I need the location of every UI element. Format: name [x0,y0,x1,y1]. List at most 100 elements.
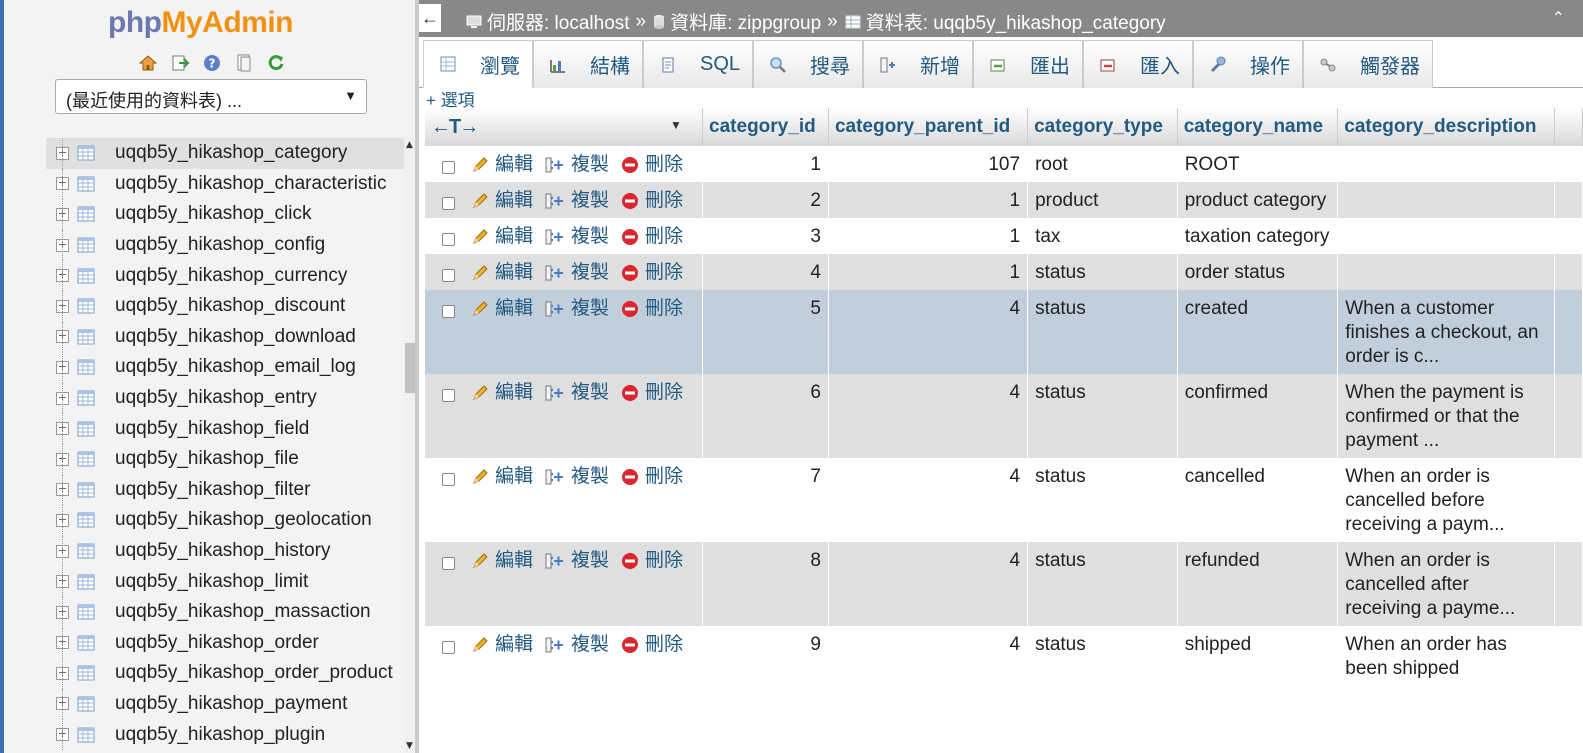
table-row[interactable]: 編輯 複製 刪除 6 4 status confirmed When the payment … [425,374,1583,458]
delete-link[interactable]: 刪除 [621,153,683,177]
cell-category-description[interactable] [1337,146,1556,182]
tree-item-label[interactable]: uqqb5y_hikashop_entry [115,387,317,409]
edit-link[interactable]: 編輯 [471,465,533,489]
tree-item-label[interactable]: uqqb5y_hikashop_currency [115,265,347,287]
tab-export[interactable]: 匯出 [973,40,1084,88]
delete-link[interactable]: 刪除 [621,549,683,573]
table-icon[interactable] [77,145,95,161]
tree-item-label[interactable]: uqqb5y_hikashop_category [115,142,347,164]
edit-link[interactable]: 編輯 [471,549,533,573]
copy-link[interactable]: 複製 [545,549,609,573]
tree-item[interactable]: + uqqb5y_hikashop_geolocation [46,505,404,536]
panel-splitter[interactable] [415,0,419,753]
row-checkbox[interactable] [442,197,455,210]
table-icon[interactable] [77,543,95,559]
cell-category-parent-id[interactable]: 4 [828,458,1029,542]
tab-browse[interactable]: 瀏覽 [423,40,533,88]
copy-link[interactable]: 複製 [545,381,609,405]
cell-category-parent-id[interactable]: 1 [828,218,1029,254]
table-row[interactable]: 編輯 複製 刪除 9 4 status shipped When an order has b… [425,626,1583,686]
collapse-nav-button[interactable]: ← [419,4,441,32]
table-icon[interactable] [77,482,95,498]
table-icon[interactable] [77,390,95,406]
cell-category-type[interactable]: status [1027,542,1178,626]
cell-category-type[interactable]: status [1027,626,1178,686]
tree-item-label[interactable]: uqqb5y_hikashop_characteristic [115,173,386,195]
tab-operations[interactable]: 操作 [1193,40,1304,88]
tree-item[interactable]: + uqqb5y_hikashop_currency [46,260,404,291]
cell-category-parent-id[interactable]: 4 [828,626,1029,686]
cell-category-id[interactable]: 9 [702,626,829,686]
tree-item[interactable]: + uqqb5y_hikashop_characteristic [46,168,404,200]
edit-link[interactable]: 編輯 [471,153,533,177]
cell-category-type[interactable]: tax [1027,218,1178,254]
cell-category-description[interactable] [1337,218,1556,254]
column-header-category_type[interactable]: category_type [1027,108,1178,146]
cell-category-type[interactable]: status [1027,374,1178,458]
table-icon[interactable] [77,512,95,528]
tree-item[interactable]: + uqqb5y_hikashop_category [46,138,404,169]
cell-category-id[interactable]: 7 [702,458,829,542]
tab-triggers[interactable]: 觸發器 [1303,40,1434,88]
cell-category-name[interactable]: order status [1177,254,1339,290]
table-icon[interactable] [77,237,95,253]
table-icon[interactable] [77,451,95,467]
table-icon[interactable] [77,206,95,222]
edit-link[interactable]: 編輯 [471,261,533,285]
tree-item-label[interactable]: uqqb5y_hikashop_limit [115,571,308,593]
breadcrumb-database[interactable]: 資料庫: zippgroup [670,8,821,35]
row-checkbox[interactable] [442,305,455,318]
column-arrows[interactable]: ←T→ [431,116,479,138]
row-checkbox[interactable] [442,233,455,246]
copy-link[interactable]: 複製 [545,465,609,489]
cell-category-description[interactable]: When a customer finishes a checkout, an … [1337,290,1556,374]
table-icon[interactable] [77,329,95,345]
tab-search[interactable]: 搜尋 [753,40,864,88]
table-row[interactable]: 編輯 複製 刪除 7 4 status cancelled When an order is … [425,458,1583,542]
cell-category-parent-id[interactable]: 4 [828,374,1029,458]
cell-category-name[interactable]: cancelled [1177,458,1339,542]
tree-item[interactable]: + uqqb5y_hikashop_filter [46,474,404,506]
tree-item-label[interactable]: uqqb5y_hikashop_click [115,203,311,225]
cell-category-id[interactable]: 5 [702,290,829,374]
delete-link[interactable]: 刪除 [621,189,683,213]
cell-category-type[interactable]: product [1027,182,1178,218]
tree-item[interactable]: + uqqb5y_hikashop_entry [46,382,404,414]
cell-category-description[interactable]: When an order is cancelled after receivi… [1337,542,1556,626]
row-checkbox[interactable] [442,269,455,282]
row-checkbox[interactable] [442,161,455,174]
tree-item[interactable]: + uqqb5y_hikashop_config [46,229,404,261]
edit-link[interactable]: 編輯 [471,381,533,405]
table-icon[interactable] [77,696,95,712]
copy-link[interactable]: 複製 [545,225,609,249]
delete-link[interactable]: 刪除 [621,297,683,321]
copy-link[interactable]: 複製 [545,153,609,177]
column-toggle-header[interactable]: ←T→ ▼ [425,108,704,146]
row-checkbox[interactable] [442,557,455,570]
tree-item[interactable]: + uqqb5y_hikashop_order_product [46,658,404,689]
tab-insert[interactable]: 新增 [863,40,974,88]
tree-item[interactable]: + uqqb5y_hikashop_email_log [46,352,404,383]
table-row[interactable]: 編輯 複製 刪除 4 1 status order status [425,254,1583,290]
cell-category-id[interactable]: 1 [702,146,829,182]
delete-link[interactable]: 刪除 [621,465,683,489]
cell-category-id[interactable]: 3 [702,218,829,254]
delete-link[interactable]: 刪除 [621,633,683,657]
copy-link[interactable]: 複製 [545,297,609,321]
cell-category-name[interactable]: taxation category [1177,218,1339,254]
scroll-up-icon[interactable]: ▲ [406,140,413,150]
breadcrumb-server[interactable]: 伺服器: localhost [487,8,630,35]
table-row[interactable]: 編輯 複製 刪除 3 1 tax taxation category [425,218,1583,254]
cell-category-type[interactable]: root [1027,146,1178,182]
tab-sql[interactable]: SQL [643,40,754,88]
tree-item-label[interactable]: uqqb5y_hikashop_download [115,326,356,348]
cell-category-name[interactable]: created [1177,290,1339,374]
cell-category-id[interactable]: 8 [702,542,829,626]
cell-category-description[interactable]: When the payment is confirmed or that th… [1337,374,1556,458]
cell-category-name[interactable]: confirmed [1177,374,1339,458]
table-icon[interactable] [77,665,95,681]
home-icon[interactable] [138,53,158,73]
tree-item[interactable]: + uqqb5y_hikashop_download [46,321,404,353]
table-icon[interactable] [77,298,95,314]
tree-item-label[interactable]: uqqb5y_hikashop_file [115,448,299,470]
